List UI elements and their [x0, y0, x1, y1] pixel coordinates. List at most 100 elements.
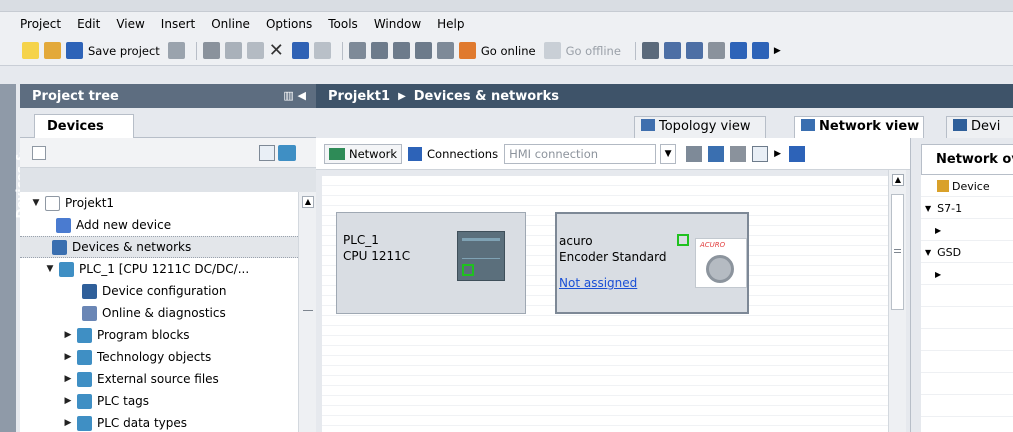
overview-row[interactable]: ▼ S7-1 — [921, 197, 1013, 219]
print-icon[interactable] — [167, 42, 185, 59]
paste-icon[interactable] — [246, 42, 264, 59]
tree-item-plc-tags[interactable]: ▶ PLC tags — [20, 390, 298, 412]
overview-row-label: Device — [952, 179, 990, 193]
menu-window[interactable]: Window — [374, 17, 421, 31]
save-icon[interactable] — [66, 42, 83, 59]
tree-item-add-new-device[interactable]: Add new device — [20, 214, 298, 236]
go-offline-button[interactable]: Go offline — [566, 44, 621, 58]
canvas-scroll-thumb[interactable] — [891, 194, 904, 310]
plc-device-box[interactable]: PLC_1 CPU 1211C — [336, 212, 526, 314]
tree-item-device-configuration[interactable]: Device configuration — [20, 280, 298, 302]
expanded-arrow-icon[interactable]: ▼ — [925, 204, 931, 213]
collapsed-arrow-icon[interactable]: ▶ — [62, 374, 74, 384]
go-online-icon[interactable] — [458, 42, 476, 59]
toolbar-overflow-icon[interactable]: ▶ — [774, 46, 781, 56]
collapsed-arrow-icon[interactable]: ▶ — [62, 418, 74, 428]
breadcrumb-project[interactable]: Projekt1 — [328, 89, 390, 104]
canvas-scrollbar[interactable]: ▲ — [888, 170, 906, 432]
redo-icon[interactable] — [313, 42, 331, 59]
tree-item-external-source-files[interactable]: ▶ External source files — [20, 368, 298, 390]
collapsed-arrow-icon[interactable]: ▶ — [935, 270, 941, 279]
expanded-arrow-icon[interactable]: ▼ — [925, 248, 931, 257]
new-project-icon[interactable] — [22, 42, 39, 59]
delete-icon[interactable]: ✕ — [269, 40, 284, 61]
open-project-icon[interactable] — [44, 42, 61, 59]
encoder-port-icon[interactable] — [677, 234, 689, 246]
sync-icon[interactable] — [278, 145, 296, 161]
stop-cpu-icon[interactable] — [685, 42, 703, 59]
accessible-devices-icon[interactable] — [641, 42, 659, 59]
upload-icon[interactable] — [414, 42, 432, 59]
tree-item-label: PLC_1 [CPU 1211C DC/DC/... — [79, 262, 250, 276]
overview-row[interactable]: ▶ — [921, 219, 1013, 241]
overview-row[interactable]: ▼ GSD — [921, 241, 1013, 263]
network-overview-icon[interactable] — [708, 145, 725, 162]
split-vertical-icon[interactable] — [751, 42, 769, 59]
compile-icon[interactable] — [370, 42, 388, 59]
tree-item-plc-1-cpu-1211c-dc-dc[interactable]: ▼ PLC_1 [CPU 1211C DC/DC/... — [20, 258, 298, 280]
encoder-device-box[interactable]: acuro Encoder Standard Not assigned ACUR… — [555, 212, 749, 314]
split-editor-icon[interactable] — [348, 42, 366, 59]
collapsed-arrow-icon[interactable]: ▶ — [62, 330, 74, 340]
connections-button[interactable]: Connections — [427, 147, 498, 161]
overview-row[interactable]: Device — [921, 175, 1013, 197]
connections-icon[interactable] — [408, 146, 423, 161]
menu-online[interactable]: Online — [211, 17, 250, 31]
start-cpu-icon[interactable] — [663, 42, 681, 59]
simulation-icon[interactable] — [436, 42, 454, 59]
tab-network-overview[interactable]: Network ov — [921, 144, 1013, 174]
expanded-arrow-icon[interactable]: ▼ — [44, 264, 56, 274]
tab-device-view[interactable]: Devi — [946, 116, 1013, 138]
go-online-button[interactable]: Go online — [481, 44, 536, 58]
not-assigned-link[interactable]: Not assigned — [559, 276, 637, 290]
tree-item-plc-data-types[interactable]: ▶ PLC data types — [20, 412, 298, 432]
tab-topology-view[interactable]: Topology view — [634, 116, 766, 138]
show-overview-icon[interactable] — [259, 145, 275, 161]
network-canvas[interactable]: PLC_1 CPU 1211C acuro Encoder Standard N… — [322, 176, 888, 432]
profinet-port-icon[interactable] — [462, 264, 474, 276]
page-break-icon[interactable] — [752, 145, 769, 162]
network-mode-button[interactable]: Network — [324, 143, 403, 164]
cross-reference-icon[interactable] — [707, 42, 725, 59]
detail-view-icon[interactable] — [32, 146, 46, 160]
expanded-arrow-icon[interactable]: ▼ — [30, 198, 42, 208]
menu-view[interactable]: View — [116, 17, 144, 31]
menu-tools[interactable]: Tools — [328, 17, 358, 31]
zoom-fit-icon[interactable] — [789, 145, 806, 162]
tree-item-program-blocks[interactable]: ▶ Program blocks — [20, 324, 298, 346]
collapsed-arrow-icon[interactable]: ▶ — [62, 396, 74, 406]
undo-icon[interactable] — [291, 42, 309, 59]
tree-item-technology-objects[interactable]: ▶ Technology objects — [20, 346, 298, 368]
device-column-icon — [937, 180, 949, 192]
overview-row[interactable]: ▶ — [921, 263, 1013, 285]
go-offline-icon[interactable] — [543, 42, 561, 59]
grid-icon[interactable] — [730, 145, 747, 162]
menu-project[interactable]: Project — [20, 17, 61, 31]
menu-help[interactable]: Help — [437, 17, 464, 31]
menu-options[interactable]: Options — [266, 17, 312, 31]
cut-icon[interactable] — [202, 42, 220, 59]
download-icon[interactable] — [392, 42, 410, 59]
network-toolbar-overflow-icon[interactable]: ▶ — [774, 149, 781, 159]
menu-edit[interactable]: Edit — [77, 17, 100, 31]
split-horizontal-icon[interactable] — [729, 42, 747, 59]
tab-devices[interactable]: Devices — [34, 114, 134, 139]
project-tree-scrollbar[interactable]: ▲ — [298, 192, 316, 432]
scroll-grip[interactable] — [303, 310, 313, 311]
copy-icon[interactable] — [224, 42, 242, 59]
scroll-up-icon[interactable]: ▲ — [302, 196, 314, 208]
tree-item-projekt1[interactable]: ▼ Projekt1 — [20, 192, 298, 214]
canvas-scroll-up-icon[interactable]: ▲ — [892, 174, 904, 186]
menu-insert[interactable]: Insert — [161, 17, 195, 31]
tree-item-devices-networks[interactable]: Devices & networks — [20, 236, 298, 258]
collapsed-arrow-icon[interactable]: ▶ — [935, 226, 941, 235]
show-names-icon[interactable] — [686, 145, 703, 162]
tree-item-label: Program blocks — [97, 328, 190, 342]
chevron-down-icon[interactable]: ▼ — [660, 143, 677, 164]
collapsed-arrow-icon[interactable]: ▶ — [62, 352, 74, 362]
connection-type-select[interactable]: HMI connection — [504, 143, 657, 164]
tab-network-view[interactable]: Network view — [794, 116, 924, 138]
tree-item-online-diagnostics[interactable]: Online & diagnostics — [20, 302, 298, 324]
collapse-panel-icon[interactable]: ▥ ◀ — [283, 89, 306, 102]
save-project-button[interactable]: Save project — [88, 44, 160, 58]
